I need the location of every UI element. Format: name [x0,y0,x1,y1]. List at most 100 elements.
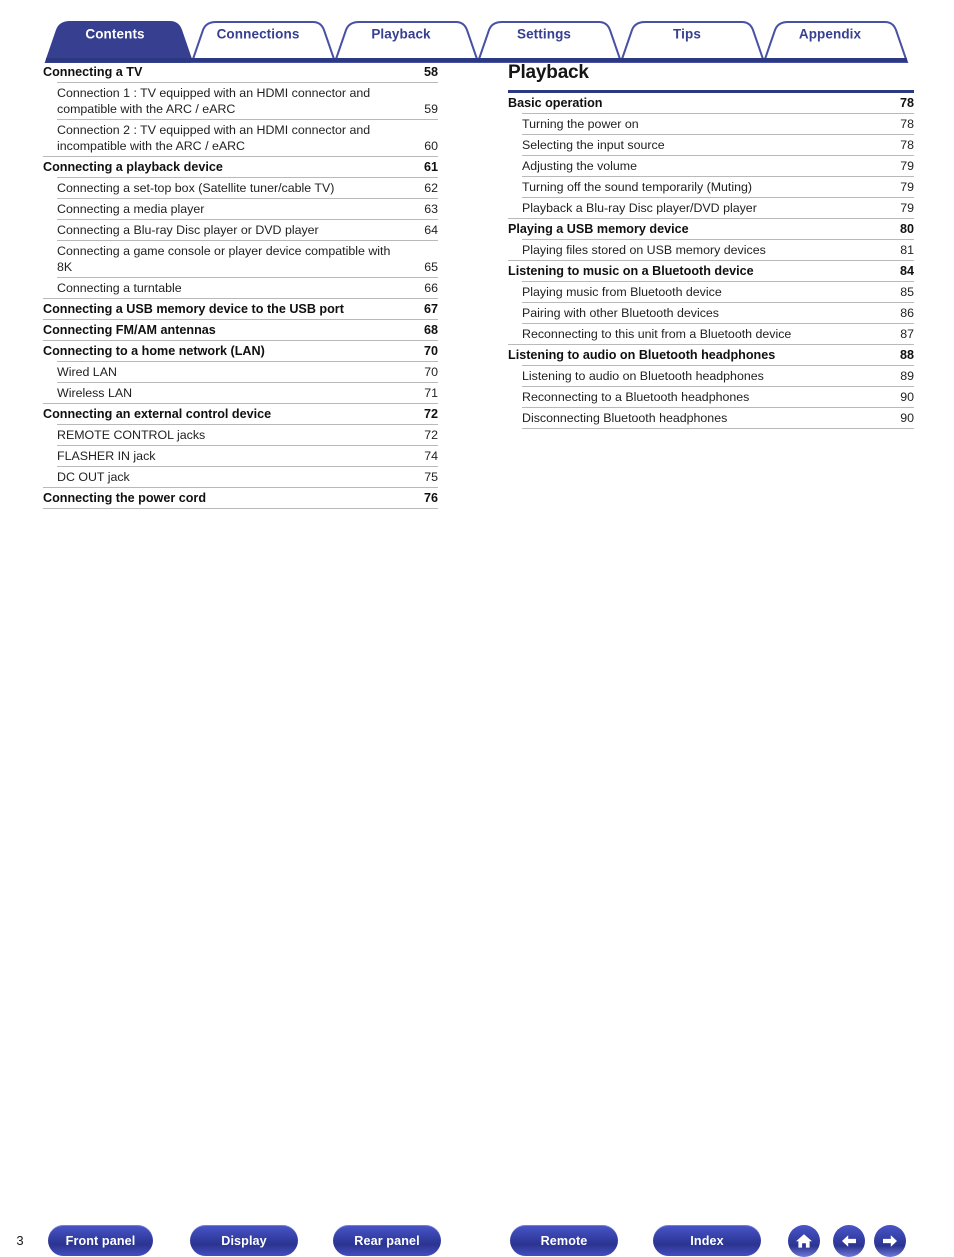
toc-entry[interactable]: Listening to music on a Bluetooth device… [508,260,914,281]
toc-entry-page: 68 [423,323,438,337]
toc-entry-label: Connecting a Blu-ray Disc player or DVD … [57,223,319,237]
toc-entry-page: 70 [424,365,438,379]
toc-entry[interactable]: Wired LAN 70 [57,361,438,382]
toc-entry-label: Playing files stored on USB memory devic… [522,243,766,257]
toc-entry-label: Playing a USB memory device [508,222,689,236]
toc-entry-page: 72 [423,407,438,421]
toc-entry-page: 58 [423,65,438,79]
tab-settings[interactable]: Settings [517,27,571,42]
toc-entry-label: Connecting a playback device [43,160,223,174]
toc-entry[interactable]: Connecting a game console or player devi… [57,240,438,277]
toc-entry[interactable]: Reconnecting to this unit from a Bluetoo… [522,323,914,344]
toc-entry[interactable]: Connection 1 : TV equipped with an HDMI … [57,82,438,119]
toc-entry-page: 78 [900,117,914,131]
toc-entry[interactable]: DC OUT jack 75 [57,466,438,487]
toc-entry-page: 90 [900,390,914,404]
home-icon[interactable] [788,1225,820,1257]
toc-entry[interactable]: Connecting a Blu-ray Disc player or DVD … [57,219,438,240]
right-column: Playback Basic operation 78 Turning the po… [463,62,954,509]
toc-entry-label: Connecting a game console or player devi… [57,244,391,274]
toc-entry-page: 88 [899,348,914,362]
toc-entry-page: 60 [424,139,438,153]
toc-entry-page: 63 [424,202,438,216]
forward-arrow-icon[interactable] [874,1225,906,1257]
toc-entry-page: 80 [899,222,914,236]
toc-entry-label: Playing music from Bluetooth device [522,285,722,299]
toc-entry-page: 64 [424,223,438,237]
toc-entry-label: Pairing with other Bluetooth devices [522,306,719,320]
tab-appendix[interactable]: Appendix [799,27,861,42]
toc-entry-page: 66 [424,281,438,295]
toc-entry[interactable]: Adjusting the volume 79 [522,155,914,176]
toc-entry[interactable]: Connecting an external control device 72 [43,403,438,424]
toc-entry[interactable]: Basic operation 78 [508,93,914,113]
toc-entry[interactable]: REMOTE CONTROL jacks 72 [57,424,438,445]
toc-entry-label: Wireless LAN [57,386,133,400]
toc-entry-page: 78 [899,96,914,110]
toc-entry-page: 76 [423,491,438,505]
toc-entry-label: Playback a Blu-ray Disc player/DVD playe… [522,201,757,215]
toc-entry[interactable]: Playback a Blu-ray Disc player/DVD playe… [522,197,914,218]
toc-entry[interactable]: Connecting a set-top box (Satellite tune… [57,177,438,198]
toc-entry[interactable]: Connecting a USB memory device to the US… [43,298,438,319]
toc-entry-label: Connecting an external control device [43,407,272,421]
tab-contents[interactable]: Contents [85,27,144,42]
toc-entry[interactable]: Connecting a turntable 66 [57,277,438,298]
toc-entry[interactable]: Listening to audio on Bluetooth headphon… [522,365,914,386]
toc-entry[interactable]: Connecting to a home network (LAN) 70 [43,340,438,361]
toc-entry-page: 67 [423,302,438,316]
toc-entry[interactable]: Playing a USB memory device 80 [508,218,914,239]
toc-entry[interactable]: Wireless LAN 71 [57,382,438,403]
toc-entry-label: Listening to audio on Bluetooth headphon… [522,369,764,383]
toc-entry-label: Listening to music on a Bluetooth device [508,264,754,278]
remote-button[interactable]: Remote [510,1225,618,1256]
toc-entry-label: Basic operation [508,96,603,110]
toc-entry-page: 74 [424,449,438,463]
index-button[interactable]: Index [653,1225,761,1256]
toc-entry-label: Connecting FM/AM antennas [43,323,216,337]
right-toc-list: Basic operation 78 Turning the power on 78 S… [508,93,914,429]
toc-entry[interactable]: Connecting a TV 58 [43,62,438,82]
toc-entry[interactable]: Reconnecting to a Bluetooth headphones 90 [522,386,914,407]
toc-entry-page: 61 [423,160,438,174]
toc-entry[interactable]: Playing files stored on USB memory devic… [522,239,914,260]
tab-connections[interactable]: Connections [217,27,300,42]
toc-entry[interactable]: Connecting FM/AM antennas 68 [43,319,438,340]
toc-entry[interactable]: FLASHER IN jack 74 [57,445,438,466]
toc-entry-page: 71 [424,386,438,400]
rear-panel-button[interactable]: Rear panel [333,1225,441,1256]
toc-entry[interactable]: Turning off the sound temporarily (Mutin… [522,176,914,197]
toc-entry[interactable]: Disconnecting Bluetooth headphones 90 [522,407,914,428]
left-toc-list: Connecting a TV 58 Connection 1 : TV equip… [43,62,438,509]
toc-entry-page: 81 [900,243,914,257]
toc-entry[interactable]: Connection 2 : TV equipped with an HDMI … [57,119,438,156]
toc-entry[interactable]: Connecting the power cord 76 [43,487,438,508]
toc-entry[interactable]: Playing music from Bluetooth device 85 [522,281,914,302]
tab-playback[interactable]: Playback [371,27,430,42]
toc-entry[interactable]: Turning the power on 78 [522,113,914,134]
home-glyph [796,1234,812,1248]
toc-entry[interactable]: Connecting a playback device 61 [43,156,438,177]
page-title: Playback [508,62,589,83]
toc-entry[interactable]: Listening to audio on Bluetooth headphon… [508,344,914,365]
toc-entry[interactable]: Pairing with other Bluetooth devices 86 [522,302,914,323]
toc-entry[interactable]: Selecting the input source 78 [522,134,914,155]
toc-entry-page: 87 [900,327,914,341]
back-arrow-icon[interactable] [833,1225,865,1257]
display-button[interactable]: Display [190,1225,298,1256]
front-panel-button[interactable]: Front panel [48,1225,153,1256]
toc-entry[interactable]: Connecting a media player 63 [57,198,438,219]
toc-entry-page: 86 [900,306,914,320]
toc-entry-label: Connecting a media player [57,202,205,216]
toc-entry-label: Connecting a USB memory device to the US… [43,302,344,316]
tab-bar: Contents Connections Playback Settings T… [0,0,954,64]
left-column: Connecting a TV 58 Connection 1 : TV equip… [0,62,463,509]
toc-entry-label: Reconnecting to this unit from a Bluetoo… [522,327,792,341]
toc-entry-label: Connecting a turntable [57,281,182,295]
toc-entry-label: Connecting the power cord [43,491,207,505]
toc-entry-label: FLASHER IN jack [57,449,156,463]
toc-entry-label: Connecting a set-top box (Satellite tune… [57,181,335,195]
tab-tips[interactable]: Tips [673,27,701,42]
toc-entry-label: Listening to audio on Bluetooth headphon… [508,348,776,362]
toc-entry-page: 72 [424,428,438,442]
